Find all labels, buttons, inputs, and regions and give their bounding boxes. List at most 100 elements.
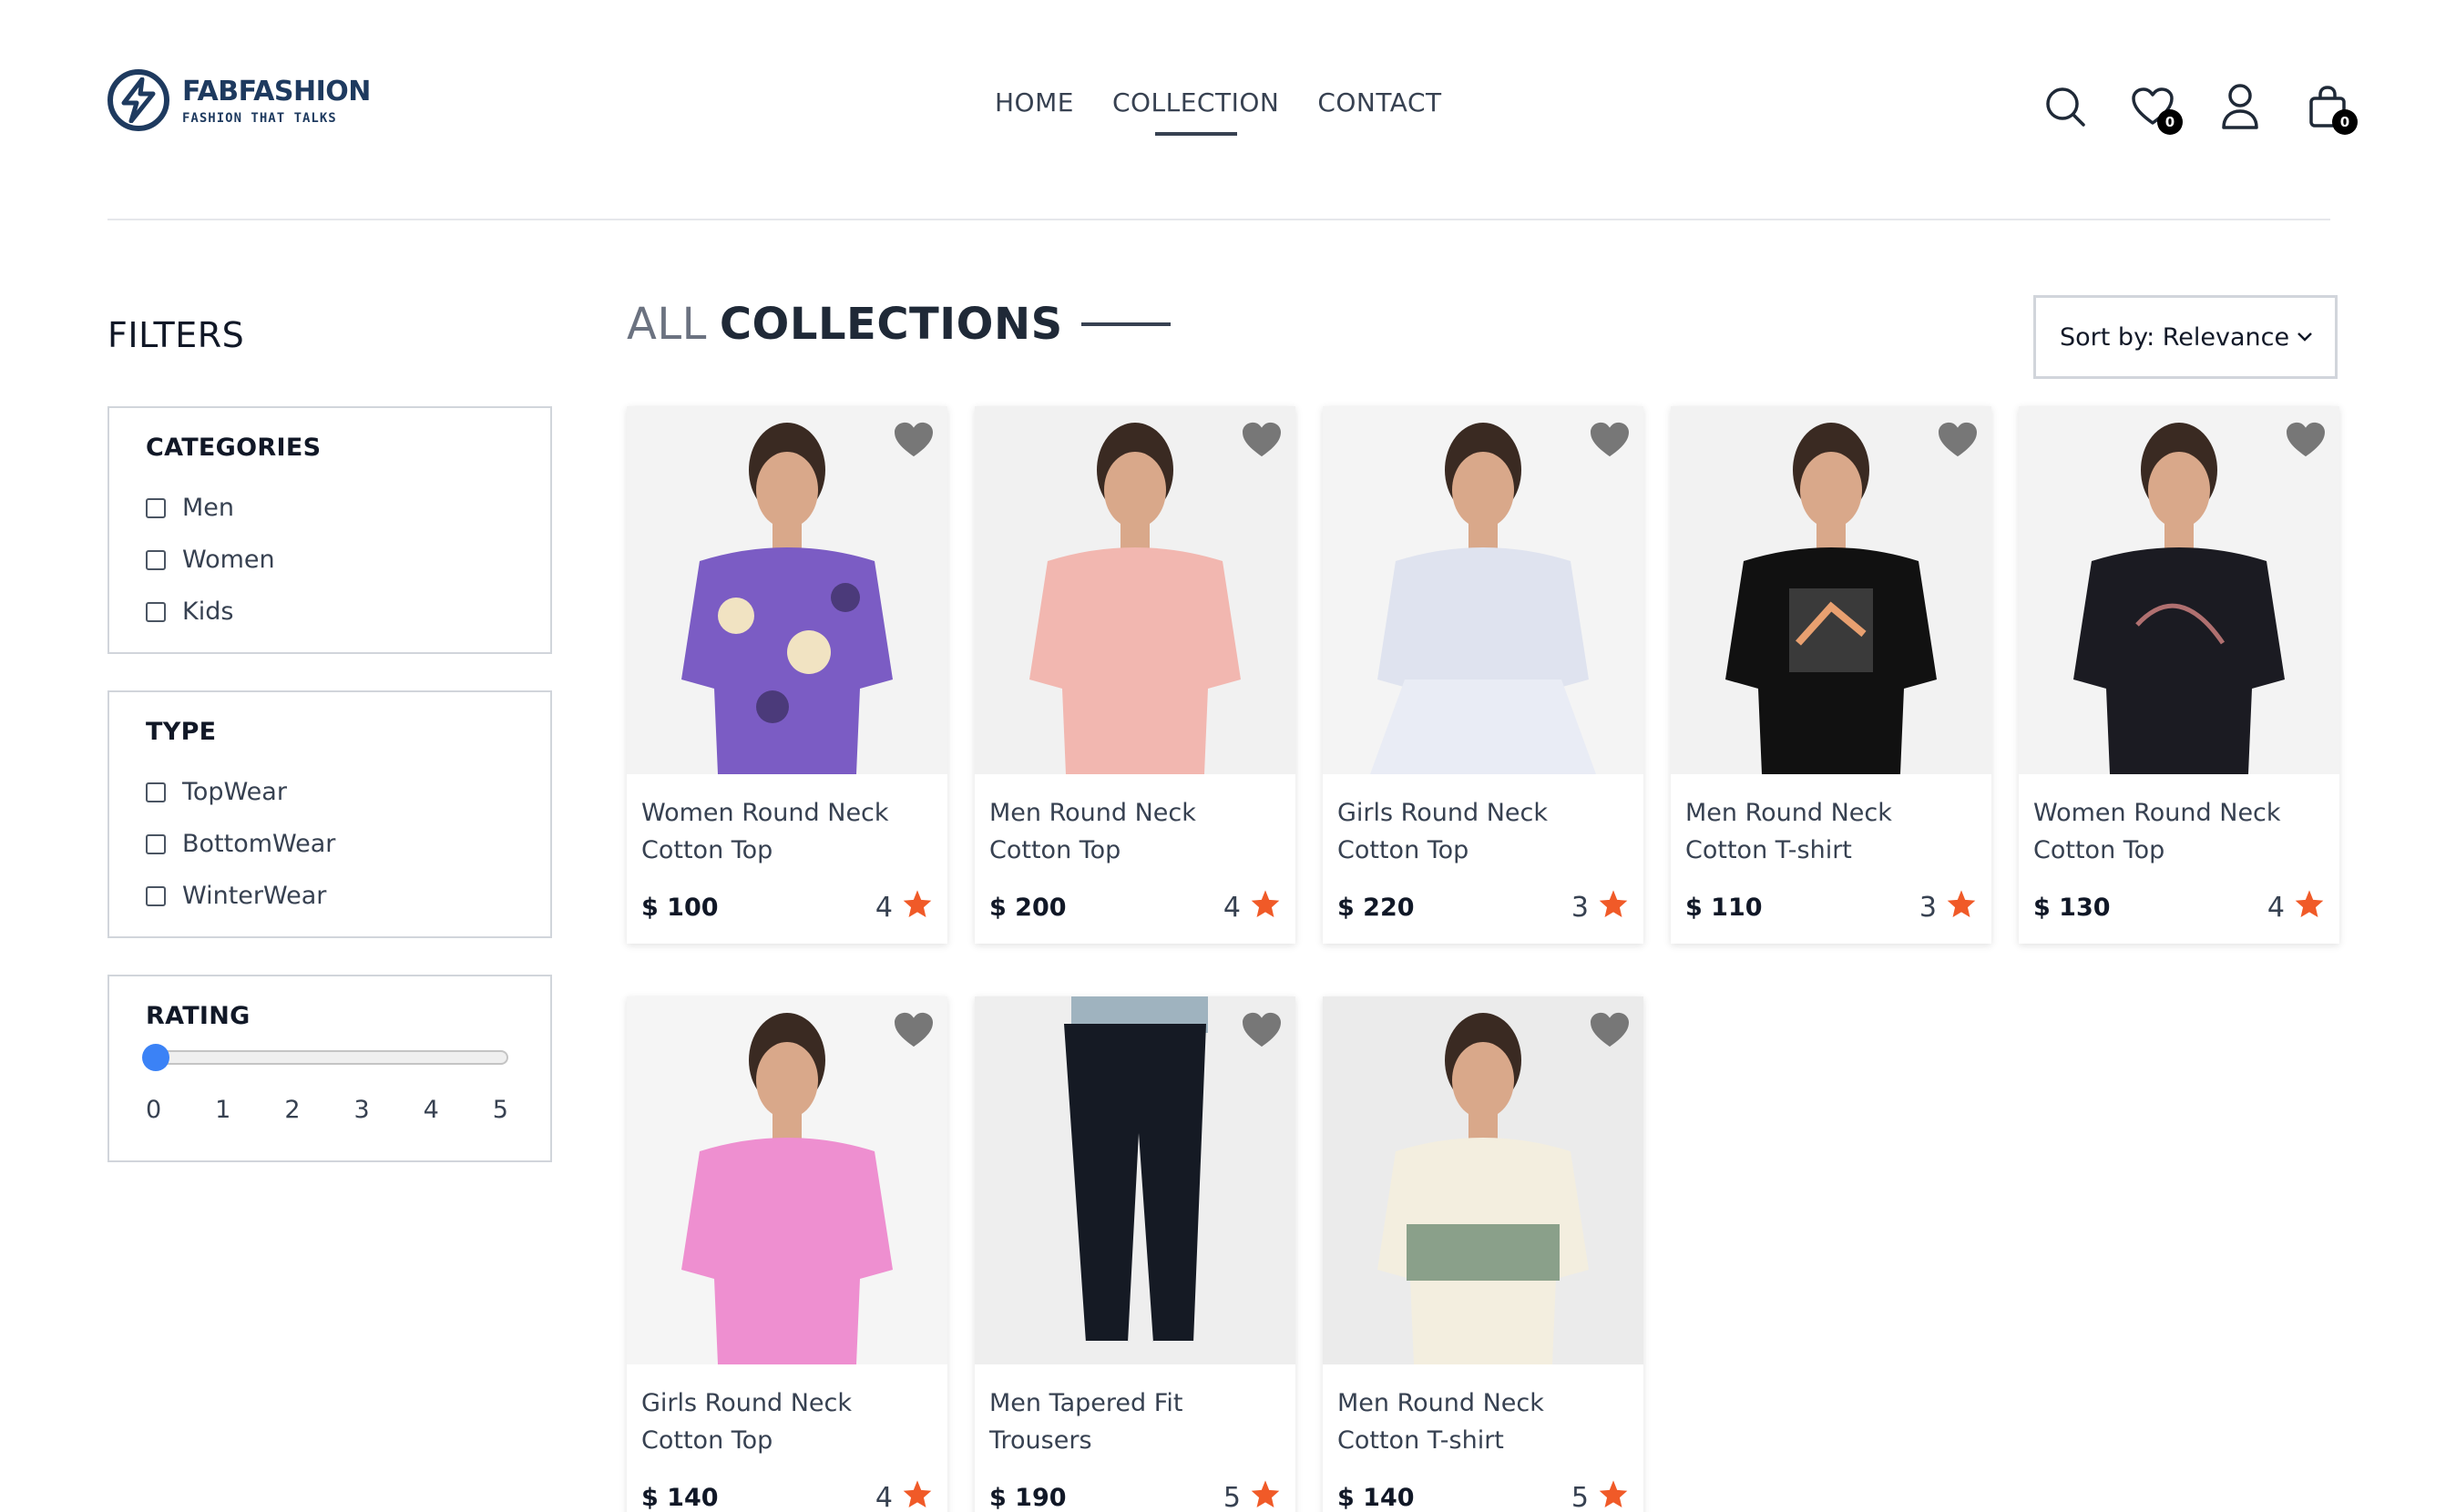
- type-option-topwear[interactable]: TopWear: [146, 766, 514, 818]
- chevron-down-icon: [2297, 332, 2312, 342]
- lightning-icon: [107, 69, 169, 131]
- rating-value: 4: [875, 891, 893, 924]
- product-name[interactable]: Men Round Neck Cotton T-shirt: [1685, 794, 1977, 869]
- product-card[interactable]: Men Round Neck Cotton T-shirt $ 140 5: [1323, 996, 1643, 1512]
- product-card[interactable]: Women Round Neck Cotton Top $ 130 4: [2019, 406, 2339, 944]
- filters-title: FILTERS: [107, 315, 245, 355]
- slider-label: 0: [146, 1096, 162, 1124]
- search-icon[interactable]: [2041, 82, 2090, 131]
- cart-count-badge: 0: [2332, 109, 2358, 135]
- category-filter: CATEGORIES Men Women Kids: [107, 406, 552, 654]
- product-price: $ 220: [1337, 893, 1415, 922]
- nav-home[interactable]: HOME: [995, 87, 1074, 117]
- product-image-wrap[interactable]: [1323, 406, 1643, 774]
- type-filter-title: TYPE: [146, 718, 217, 746]
- product-name[interactable]: Women Round Neck Cotton Top: [2033, 794, 2325, 869]
- checkbox[interactable]: [146, 549, 166, 570]
- product-image-wrap[interactable]: [1671, 406, 1991, 774]
- title-underline: [1080, 322, 1171, 326]
- heart-icon[interactable]: [893, 421, 935, 463]
- option-label: WinterWear: [182, 882, 327, 910]
- checkbox[interactable]: [146, 497, 166, 518]
- heart-icon[interactable]: [1937, 421, 1979, 463]
- product-price: $ 130: [2033, 893, 2111, 922]
- product-name[interactable]: Men Round Neck Cotton Top: [989, 794, 1281, 869]
- option-label: Women: [182, 546, 275, 574]
- product-rating: 3: [1571, 889, 1629, 925]
- nav-contact[interactable]: CONTACT: [1317, 87, 1441, 117]
- heart-icon[interactable]: [1241, 421, 1283, 463]
- product-card[interactable]: Girls Round Neck Cotton Top $ 220 3: [1323, 406, 1643, 944]
- slider-thumb[interactable]: [142, 1044, 169, 1071]
- user-icon[interactable]: [2216, 82, 2265, 131]
- product-image-wrap[interactable]: [1323, 996, 1643, 1364]
- star-icon: [1946, 889, 1977, 925]
- category-option-women[interactable]: Women: [146, 534, 514, 586]
- product-rating: 3: [1919, 889, 1977, 925]
- heart-icon[interactable]: [893, 1011, 935, 1053]
- heart-icon[interactable]: [1241, 1011, 1283, 1053]
- product-price: $ 100: [641, 893, 719, 922]
- checkbox[interactable]: [146, 782, 166, 802]
- wishlist-button[interactable]: 0: [2128, 82, 2183, 135]
- product-name[interactable]: Men Tapered Fit Trousers: [989, 1384, 1281, 1459]
- star-icon: [1598, 889, 1629, 925]
- heart-icon[interactable]: [2285, 421, 2327, 463]
- product-rating: 4: [875, 889, 933, 925]
- product-image-wrap[interactable]: [627, 996, 947, 1364]
- type-option-winterwear[interactable]: WinterWear: [146, 870, 514, 922]
- product-card[interactable]: Men Tapered Fit Trousers $ 190 5: [975, 996, 1295, 1512]
- product-price: $ 140: [1337, 1483, 1415, 1512]
- rating-filter-title: RATING: [146, 1002, 251, 1030]
- star-icon: [1250, 1479, 1281, 1512]
- brand-tagline: FASHION THAT TALKS: [182, 110, 337, 126]
- category-option-kids[interactable]: Kids: [146, 586, 514, 638]
- product-rating: 4: [875, 1479, 933, 1512]
- star-icon: [1250, 889, 1281, 925]
- rating-value: 4: [875, 1481, 893, 1512]
- checkbox[interactable]: [146, 601, 166, 622]
- rating-value: 5: [1571, 1481, 1589, 1512]
- product-card[interactable]: Girls Round Neck Cotton Top $ 140 4: [627, 996, 947, 1512]
- star-icon: [902, 1479, 933, 1512]
- sort-label: Sort by: Relevance: [2060, 322, 2290, 352]
- product-image-wrap[interactable]: [975, 406, 1295, 774]
- product-price: $ 140: [641, 1483, 719, 1512]
- product-image-wrap[interactable]: [975, 996, 1295, 1364]
- slider-label: 5: [492, 1096, 508, 1124]
- slider-label: 3: [353, 1096, 370, 1124]
- product-price: $ 190: [989, 1483, 1067, 1512]
- heart-icon[interactable]: [1589, 1011, 1631, 1053]
- cart-button[interactable]: 0: [2303, 82, 2358, 135]
- heart-icon[interactable]: [1589, 421, 1631, 463]
- product-card[interactable]: Men Round Neck Cotton T-shirt $ 110 3: [1671, 406, 1991, 944]
- star-icon: [1598, 1479, 1629, 1512]
- category-option-men[interactable]: Men: [146, 482, 514, 534]
- option-label: Men: [182, 494, 235, 522]
- product-name[interactable]: Women Round Neck Cotton Top: [641, 794, 933, 869]
- product-rating: 4: [2267, 889, 2325, 925]
- rating-value: 3: [1571, 891, 1589, 924]
- product-rating: 5: [1571, 1479, 1629, 1512]
- product-name[interactable]: Men Round Neck Cotton T-shirt: [1337, 1384, 1629, 1459]
- type-option-bottomwear[interactable]: BottomWear: [146, 818, 514, 870]
- checkbox[interactable]: [146, 885, 166, 906]
- checkbox[interactable]: [146, 833, 166, 854]
- sort-select[interactable]: Sort by: Relevance: [2033, 295, 2338, 379]
- rating-filter: RATING 0 1 2 3 4 5: [107, 975, 552, 1162]
- rating-slider[interactable]: [142, 1044, 508, 1071]
- slider-label: 1: [215, 1096, 231, 1124]
- page-title-bold: COLLECTIONS: [719, 299, 1063, 350]
- product-price: $ 110: [1685, 893, 1763, 922]
- option-label: TopWear: [182, 778, 287, 806]
- product-name[interactable]: Girls Round Neck Cotton Top: [641, 1384, 933, 1459]
- product-rating: 5: [1223, 1479, 1281, 1512]
- option-label: Kids: [182, 598, 234, 626]
- nav-collection[interactable]: COLLECTION: [1112, 87, 1279, 117]
- product-card[interactable]: Men Round Neck Cotton Top $ 200 4: [975, 406, 1295, 944]
- product-image-wrap[interactable]: [2019, 406, 2339, 774]
- product-card[interactable]: Women Round Neck Cotton Top $ 100 4: [627, 406, 947, 944]
- brand-logo[interactable]: FABFASHION FASHION THAT TALKS: [107, 69, 371, 131]
- product-name[interactable]: Girls Round Neck Cotton Top: [1337, 794, 1629, 869]
- product-image-wrap[interactable]: [627, 406, 947, 774]
